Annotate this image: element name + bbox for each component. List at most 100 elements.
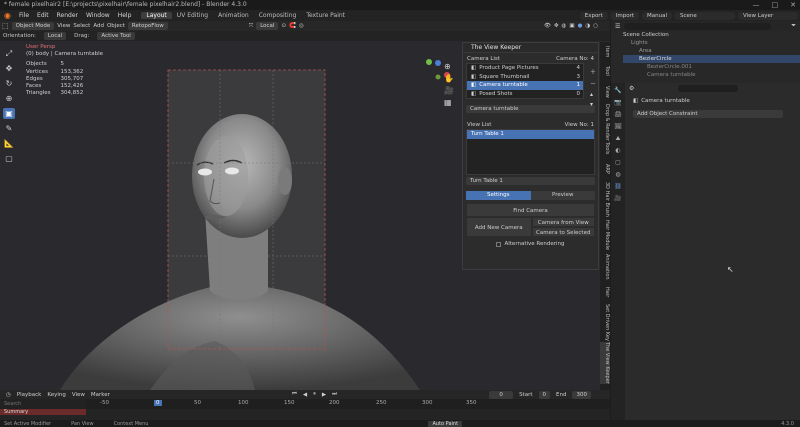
filter-icon[interactable]: ⏷ [791, 22, 796, 30]
import-button[interactable]: Import [610, 11, 639, 20]
rotate-tool-icon[interactable]: ↻ [3, 78, 15, 89]
tab-preview[interactable]: Preview [530, 191, 595, 200]
move-up-icon[interactable]: ▴ [590, 91, 596, 98]
outliner-search-input[interactable] [624, 22, 772, 30]
menu-window[interactable]: Window [82, 12, 114, 19]
properties-search-input[interactable] [678, 84, 739, 92]
outliner-item[interactable]: Lights [623, 39, 800, 47]
camera-to-selected-button[interactable]: Camera to Selected [531, 227, 595, 237]
shading-solid-icon[interactable]: ● [578, 23, 583, 29]
menu-view[interactable]: View [57, 23, 70, 29]
jump-end-icon[interactable]: ⏭ [332, 391, 337, 398]
sidebar-tab-animation[interactable]: Animation [600, 254, 610, 280]
list-item[interactable]: ◧ Camera turntable 1 [467, 81, 583, 90]
sidebar-tab-tools[interactable]: Tools [600, 142, 610, 154]
world-props-icon[interactable]: ◐ [611, 145, 625, 157]
view-layer-selector[interactable]: View Layer [738, 11, 798, 20]
tab-settings[interactable]: Settings [466, 191, 531, 200]
scene-selector[interactable]: Scene [675, 11, 735, 20]
menu-add[interactable]: Add [93, 23, 104, 29]
drag-dropdown[interactable]: Active Tool [97, 32, 135, 40]
alt-rendering-checkbox[interactable] [496, 241, 502, 247]
blender-logo-icon[interactable]: ◉ [0, 11, 15, 20]
outliner-item[interactable]: BezierCircle.001 [623, 63, 800, 71]
remove-camera-icon[interactable]: － [590, 79, 596, 88]
sidebar-tab-item[interactable]: Item [600, 46, 610, 57]
camera-list[interactable]: ◧ Product Page Pictures 4 ◧ Square Thumbnai… [466, 63, 584, 99]
perspective-toggle-icon[interactable]: ▦ [444, 98, 454, 107]
list-item[interactable]: ◧ Square Thumbnail 3 [467, 73, 583, 82]
mode-dropdown[interactable]: Object Mode [11, 22, 55, 30]
render-props-icon[interactable]: 📷 [611, 97, 625, 109]
transform-orientation-icon[interactable]: ⤧ [249, 23, 253, 30]
object-props-icon[interactable]: ▢ [611, 157, 625, 169]
menu-object[interactable]: Object [107, 23, 125, 29]
export-button[interactable]: Export [579, 11, 608, 20]
gizmo-icon[interactable]: ✥ [554, 23, 559, 29]
selected-view-field[interactable]: Turn Table 1 [466, 177, 595, 185]
scene-collection[interactable]: Scene Collection [623, 31, 800, 39]
sidebar-tab-hair-module[interactable]: Hair Module [600, 220, 610, 250]
tab-uv-editing[interactable]: UV Editing [172, 12, 213, 19]
menu-marker[interactable]: Marker [91, 392, 110, 398]
pivot-icon[interactable]: ⊙ [281, 23, 286, 29]
pan-icon[interactable]: ✋ [444, 74, 454, 83]
output-props-icon[interactable]: 🖨 [611, 109, 625, 121]
panel-title[interactable]: The View Keeper [463, 43, 598, 53]
add-object-constraint-button[interactable]: Add Object Constraint [633, 110, 783, 118]
menu-edit[interactable]: Edit [33, 12, 53, 19]
outliner-editor-icon[interactable]: ☰ [615, 23, 620, 30]
sidebar-tab-drop-render[interactable]: Drop & Render [600, 104, 610, 141]
orientation-dropdown[interactable]: Local [43, 32, 67, 40]
data-props-icon[interactable]: 🎥 [611, 193, 625, 205]
move-down-icon[interactable]: ▾ [590, 101, 596, 108]
selected-camera-field[interactable]: Camera turntable [466, 105, 595, 113]
editor-type-icon[interactable]: ⬚ [2, 22, 9, 30]
timeline-search-box[interactable]: Search [0, 399, 86, 409]
playhead[interactable]: 0 [154, 400, 162, 406]
tab-animation[interactable]: Animation [213, 12, 254, 19]
list-item[interactable]: Turn Table 1 [467, 130, 594, 139]
manual-button[interactable]: Manual [642, 11, 672, 20]
overlay-icon[interactable]: ◍ [562, 23, 567, 29]
minimize-button[interactable]: — [753, 0, 760, 10]
camera-view-icon[interactable]: 🎥 [444, 86, 454, 95]
camera-from-view-button[interactable]: Camera from View [531, 217, 595, 227]
list-item[interactable]: ◧ Product Page Pictures 4 [467, 64, 583, 73]
maximize-button[interactable]: □ [772, 0, 779, 10]
sidebar-tab-set-driven-key[interactable]: Set Driven Key [600, 304, 610, 341]
view-list[interactable]: Turn Table 1 [466, 129, 595, 175]
retopoflow-button[interactable]: RetopoFlow [127, 22, 168, 30]
sidebar-tab-arp[interactable]: ARP [600, 164, 610, 174]
snap-icon[interactable]: 🧲 [289, 23, 296, 29]
play-reverse-icon[interactable]: ◀ [303, 392, 307, 398]
sidebar-tab-view[interactable]: View [600, 86, 610, 98]
sidebar-tab-tool[interactable]: Tool [600, 66, 610, 76]
outliner-item[interactable]: BezierCircle [623, 55, 800, 63]
timeline-ruler[interactable]: -50 0 50 100 150 200 250 300 350 [86, 399, 610, 409]
shading-rendered-icon[interactable]: ○ [593, 23, 598, 29]
properties-editor-icon[interactable]: ⚙ [629, 85, 634, 92]
pause-icon[interactable]: ⏸ [313, 391, 316, 398]
transform-orientation-dropdown[interactable]: Local [256, 22, 279, 30]
cursor-tool-icon[interactable]: ⤢ [3, 48, 15, 59]
tab-compositing[interactable]: Compositing [254, 12, 302, 19]
sidebar-tab-3d-hair-brush[interactable]: 3D Hair Brush [600, 182, 610, 217]
tab-layout[interactable]: Layout [141, 12, 172, 19]
close-button[interactable]: ✕ [790, 0, 796, 10]
menu-render[interactable]: Render [53, 12, 82, 19]
tool-props-icon[interactable]: 🔧 [611, 85, 625, 97]
end-frame-field[interactable]: 300 [572, 390, 591, 399]
visibility-icon[interactable]: 👁 [544, 23, 551, 29]
sidebar-tab-view-keeper[interactable]: The View Keeper [600, 342, 610, 384]
tab-texture-paint[interactable]: Texture Paint [301, 12, 350, 19]
timeline-editor-icon[interactable]: ◷ [6, 392, 11, 398]
play-icon[interactable]: ▶ [322, 392, 326, 398]
proportional-edit-icon[interactable]: ◎ [299, 23, 304, 29]
add-new-camera-button[interactable]: Add New Camera [466, 217, 532, 237]
annotate-tool-icon[interactable]: ✎ [3, 123, 15, 134]
physics-props-icon[interactable]: ◍ [611, 169, 625, 181]
move-tool-icon[interactable]: ✥ [3, 63, 15, 74]
menu-keying[interactable]: Keying [47, 392, 65, 398]
outliner-item[interactable]: Area [623, 47, 800, 55]
